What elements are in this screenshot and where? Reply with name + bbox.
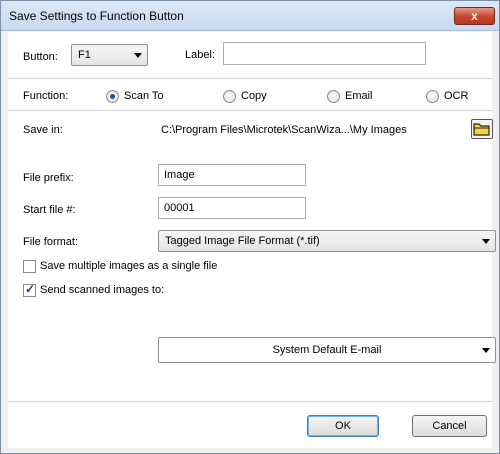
- function-button-select[interactable]: F1: [71, 44, 148, 66]
- send-target-value: System Default E-mail: [272, 344, 382, 356]
- window-title: Save Settings to Function Button: [9, 9, 184, 23]
- function-label: Function:: [23, 90, 69, 102]
- start-file-input[interactable]: 00001: [158, 197, 306, 219]
- title-bar: Save Settings to Function Button x: [1, 1, 499, 31]
- save-in-path: C:\Program Files\Microtek\ScanWiza...\My…: [161, 124, 407, 136]
- function-button-value: F1: [78, 49, 91, 61]
- file-format-label: File format:: [23, 236, 79, 248]
- radio-ocr[interactable]: OCR: [426, 89, 481, 105]
- file-prefix-label: File prefix:: [23, 172, 74, 184]
- send-scanned-label: Send scanned images to:: [40, 284, 165, 296]
- file-prefix-input[interactable]: Image: [158, 164, 306, 186]
- chevron-down-icon: [134, 53, 142, 58]
- close-icon: x: [471, 9, 478, 23]
- divider: [8, 78, 492, 79]
- radio-ocr-label: OCR: [444, 90, 469, 102]
- send-scanned-checkbox[interactable]: [23, 282, 36, 297]
- chevron-down-icon: [482, 239, 490, 244]
- radio-copy-label: Copy: [241, 90, 267, 102]
- close-button[interactable]: x: [454, 7, 495, 25]
- save-in-label: Save in:: [23, 124, 63, 136]
- save-multiple-checkbox[interactable]: [23, 260, 36, 273]
- send-target-select[interactable]: System Default E-mail: [158, 337, 496, 363]
- ok-button[interactable]: OK: [307, 415, 379, 437]
- divider: [8, 110, 492, 111]
- radio-icon: [327, 90, 340, 103]
- label-field-label: Label:: [185, 49, 215, 61]
- radio-copy[interactable]: Copy: [223, 89, 283, 105]
- folder-icon: [473, 123, 490, 136]
- radio-scan-to[interactable]: Scan To: [106, 89, 176, 105]
- dialog-window: Save Settings to Function Button x Butto…: [0, 0, 500, 454]
- save-multiple-label: Save multiple images as a single file: [40, 260, 218, 272]
- label-input[interactable]: [223, 42, 426, 65]
- radio-icon: [223, 90, 236, 103]
- radio-icon: [426, 90, 439, 103]
- browse-folder-button[interactable]: [471, 119, 493, 139]
- radio-email-label: Email: [345, 90, 373, 102]
- button-label: Button:: [23, 51, 58, 63]
- divider: [8, 401, 492, 402]
- radio-selected-icon: [106, 90, 119, 103]
- start-file-label: Start file #:: [23, 204, 76, 216]
- radio-scan-to-label: Scan To: [124, 90, 164, 102]
- cancel-button[interactable]: Cancel: [412, 415, 487, 437]
- radio-email[interactable]: Email: [327, 89, 387, 105]
- file-format-select[interactable]: Tagged Image File Format (*.tif): [158, 230, 496, 252]
- chevron-down-icon: [482, 348, 490, 353]
- file-format-value: Tagged Image File Format (*.tif): [165, 235, 320, 247]
